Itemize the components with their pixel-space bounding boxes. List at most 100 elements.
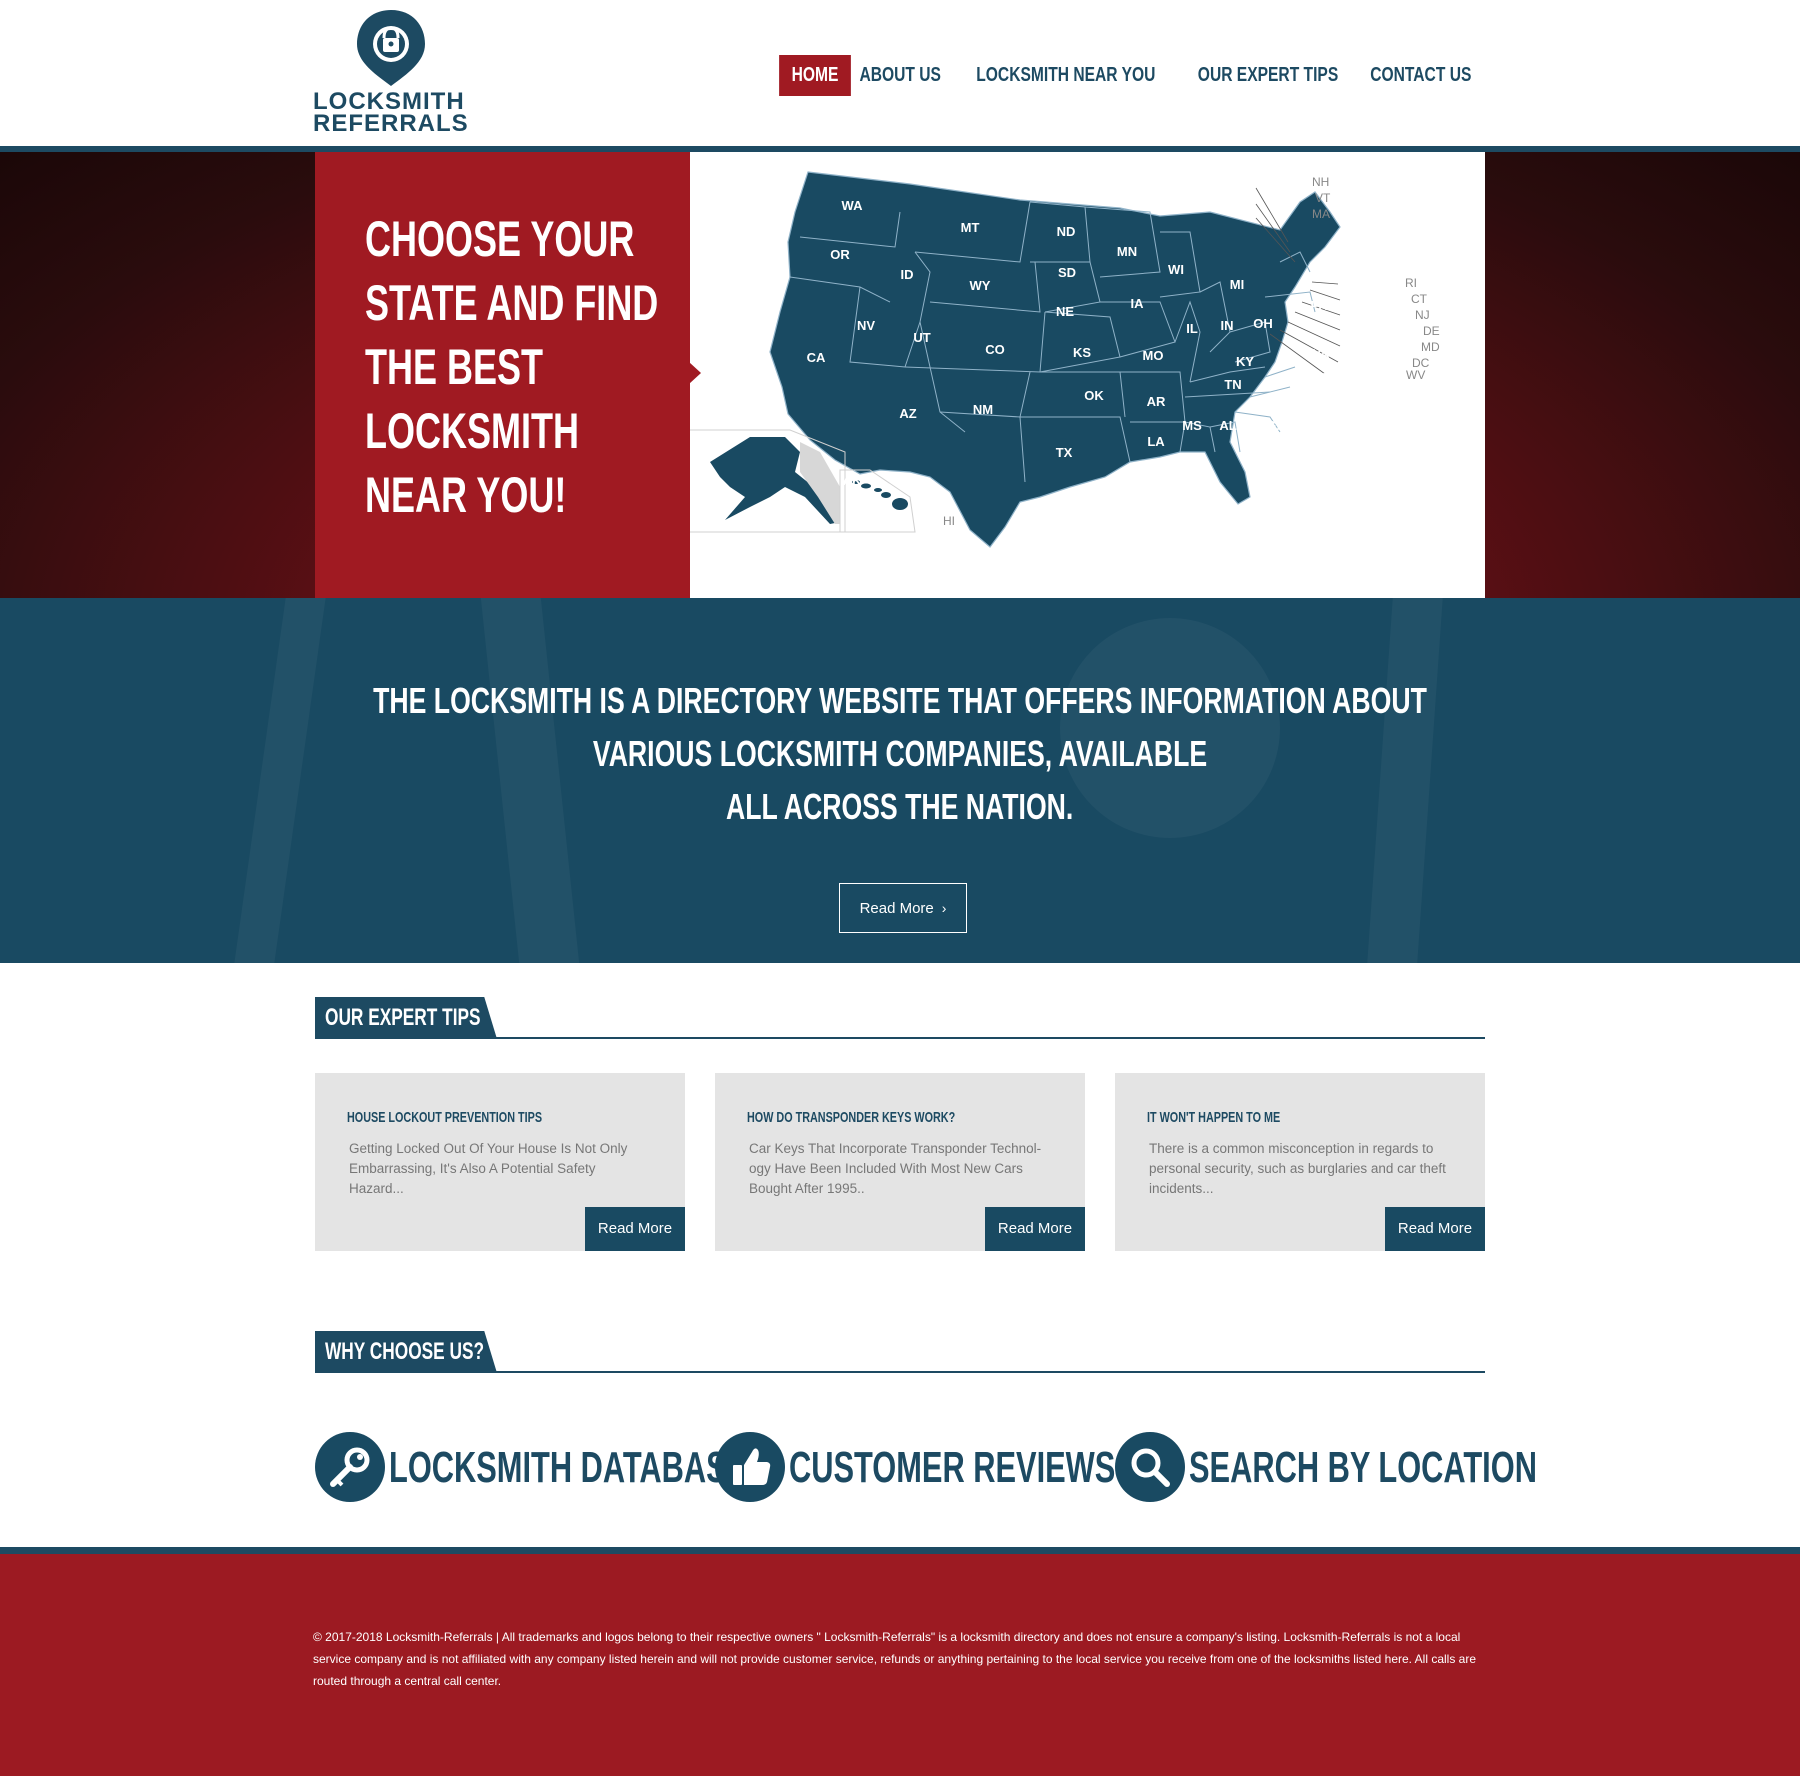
state-label-ky[interactable]: KY <box>1236 354 1254 369</box>
intro-line-2: VARIOUS LOCKSMITH COMPANIES, AVAILABLE <box>592 733 1208 774</box>
hero-text-panel: CHOOSE YOUR STATE AND FIND THE BEST LOCK… <box>315 152 690 598</box>
state-label-nj[interactable]: NJ <box>1415 308 1430 322</box>
site-footer: © 2017-2018 Locksmith-Referrals | All tr… <box>0 1554 1800 1776</box>
state-label-nc[interactable]: NC <box>1311 370 1330 385</box>
state-label-ne[interactable]: NE <box>1056 304 1074 319</box>
tip-card: IT WON'T HAPPEN TO ME There is a common … <box>1115 1073 1485 1251</box>
intro-line-1: THE LOCKSMITH IS A DIRECTORY WEBSITE THA… <box>373 680 1427 721</box>
hero-section: CHOOSE YOUR STATE AND FIND THE BEST LOCK… <box>0 152 1800 598</box>
state-label-ak[interactable]: AK <box>843 473 862 488</box>
state-label-fl[interactable]: FL <box>1303 476 1319 491</box>
state-label-ca[interactable]: CA <box>807 350 826 365</box>
site-header: LOCKSMITH REFERRALS HOME ABOUT US LOCKSM… <box>0 0 1800 146</box>
state-label-oh[interactable]: OH <box>1253 316 1273 331</box>
state-label-in[interactable]: IN <box>1221 318 1234 333</box>
state-label-de[interactable]: DE <box>1423 324 1440 338</box>
nav-contact-us[interactable]: CONTACT US <box>1362 55 1480 96</box>
state-label-va[interactable]: VA <box>1312 346 1330 361</box>
state-label-nd[interactable]: ND <box>1057 224 1076 239</box>
site-logo[interactable]: LOCKSMITH REFERRALS <box>313 8 473 137</box>
us-map-svg: WA OR CA ID NV MT WY UT AZ CO NM ND SD N… <box>690 171 1440 548</box>
intro-read-more-button[interactable]: Read More › <box>839 883 967 933</box>
intro-section: THE LOCKSMITH IS A DIRECTORY WEBSITE THA… <box>0 598 1800 963</box>
state-label-wa[interactable]: WA <box>842 198 864 213</box>
state-label-al[interactable]: AL <box>1219 418 1236 433</box>
state-label-nm[interactable]: NM <box>973 402 993 417</box>
state-label-or[interactable]: OR <box>830 247 850 262</box>
state-label-il[interactable]: IL <box>1186 321 1198 336</box>
state-label-la[interactable]: LA <box>1147 434 1165 449</box>
tip-read-more-button[interactable]: Read More <box>585 1207 685 1251</box>
us-state-map[interactable]: WA OR CA ID NV MT WY UT AZ CO NM ND SD N… <box>690 152 1485 598</box>
state-label-pa[interactable]: PA <box>1310 298 1328 313</box>
state-label-ia[interactable]: IA <box>1131 296 1145 311</box>
state-label-az[interactable]: AZ <box>899 406 916 421</box>
footer-divider <box>0 1547 1800 1554</box>
state-label-tx[interactable]: TX <box>1056 445 1073 460</box>
state-label-ar[interactable]: AR <box>1147 394 1166 409</box>
nav-locksmith-near-you[interactable]: LOCKSMITH NEAR YOU <box>967 55 1163 96</box>
state-label-nv[interactable]: NV <box>857 318 875 333</box>
state-label-co[interactable]: CO <box>985 342 1005 357</box>
state-label-wi[interactable]: WI <box>1168 262 1184 277</box>
state-label-ok[interactable]: OK <box>1084 388 1104 403</box>
intro-read-more-label: Read More <box>859 900 934 917</box>
thumbs-up-icon <box>715 1432 785 1502</box>
tip-card-title[interactable]: HOUSE LOCKOUT PREVENTION TIPS <box>347 1109 649 1126</box>
state-label-md[interactable]: MD <box>1421 340 1440 354</box>
hero-heading: CHOOSE YOUR STATE AND FIND THE BEST LOCK… <box>365 211 659 523</box>
state-label-tn[interactable]: TN <box>1224 377 1241 392</box>
why-choose-us-title: WHY CHOOSE US? <box>325 1338 485 1365</box>
nav-home[interactable]: HOME <box>779 55 852 96</box>
expert-tips-title: OUR EXPERT TIPS <box>325 1004 481 1031</box>
logo-text-line2: REFERRALS <box>313 110 469 137</box>
feature-search-by-location[interactable]: SEARCH BY LOCATION <box>1115 1432 1537 1504</box>
intro-line-3: ALL ACROSS THE NATION. <box>726 786 1074 827</box>
state-label-wv[interactable]: WV <box>1406 368 1425 382</box>
tip-card-excerpt: Getting Locked Out Of Your House Is Not … <box>349 1141 628 1196</box>
footer-disclaimer: © 2017-2018 Locksmith-Referrals | All tr… <box>313 1630 1477 1688</box>
tip-card-title[interactable]: HOW DO TRANSPONDER KEYS WORK? <box>747 1109 1049 1126</box>
feature-label: CUSTOMER REVIEWS <box>789 1443 1116 1492</box>
state-label-hi[interactable]: HI <box>943 514 955 528</box>
state-label-ut[interactable]: UT <box>913 330 930 345</box>
expert-tips-heading: OUR EXPERT TIPS <box>315 997 1485 1039</box>
tip-card-title[interactable]: IT WON'T HAPPEN TO ME <box>1147 1109 1449 1126</box>
feature-label: LOCKSMITH DATABASE <box>389 1443 748 1492</box>
tip-read-more-button[interactable]: Read More <box>985 1207 1085 1251</box>
feature-locksmith-database[interactable]: LOCKSMITH DATABASE <box>315 1432 747 1504</box>
state-label-wy[interactable]: WY <box>970 278 991 293</box>
state-label-ma[interactable]: MA <box>1312 207 1330 221</box>
main-nav: HOME ABOUT US LOCKSMITH NEAR YOU OUR EXP… <box>779 55 1485 96</box>
state-label-ri[interactable]: RI <box>1405 276 1417 290</box>
tip-card: HOW DO TRANSPONDER KEYS WORK? Car Keys T… <box>715 1073 1085 1251</box>
hero-panel-arrow <box>689 362 701 384</box>
nav-about-us[interactable]: ABOUT US <box>851 55 950 96</box>
state-label-ct[interactable]: CT <box>1411 292 1428 306</box>
expert-tips-tab: OUR EXPERT TIPS <box>315 997 497 1039</box>
state-label-mi[interactable]: MI <box>1230 277 1244 292</box>
tip-card-excerpt: There is a common misconception in regar… <box>1149 1141 1446 1196</box>
tip-card: HOUSE LOCKOUT PREVENTION TIPS Getting Lo… <box>315 1073 685 1251</box>
state-label-nh[interactable]: NH <box>1312 175 1329 189</box>
state-label-sd[interactable]: SD <box>1058 265 1076 280</box>
why-choose-us-rule <box>315 1371 1485 1373</box>
expert-tips-rule <box>315 1037 1485 1039</box>
state-label-sc[interactable]: SC <box>1300 396 1319 411</box>
state-label-ms[interactable]: MS <box>1182 418 1202 433</box>
state-label-ny[interactable]: NY <box>1336 265 1354 280</box>
tip-read-more-button[interactable]: Read More <box>1385 1207 1485 1251</box>
state-label-ga[interactable]: GA <box>1266 418 1286 433</box>
state-label-mn[interactable]: MN <box>1117 244 1137 259</box>
chevron-right-icon: › <box>941 900 947 916</box>
state-label-me[interactable]: ME <box>1394 218 1414 233</box>
tip-card-excerpt: Car Keys That Incorporate Transponder Te… <box>749 1141 1042 1196</box>
state-label-vt[interactable]: VT <box>1315 191 1331 205</box>
nav-our-expert-tips[interactable]: OUR EXPERT TIPS <box>1190 55 1348 96</box>
state-label-mt[interactable]: MT <box>961 220 980 235</box>
feature-customer-reviews[interactable]: CUSTOMER REVIEWS <box>715 1432 1115 1504</box>
state-label-id[interactable]: ID <box>901 267 914 282</box>
state-label-mo[interactable]: MO <box>1143 348 1164 363</box>
why-choose-us-tab: WHY CHOOSE US? <box>315 1331 497 1373</box>
state-label-ks[interactable]: KS <box>1073 345 1091 360</box>
